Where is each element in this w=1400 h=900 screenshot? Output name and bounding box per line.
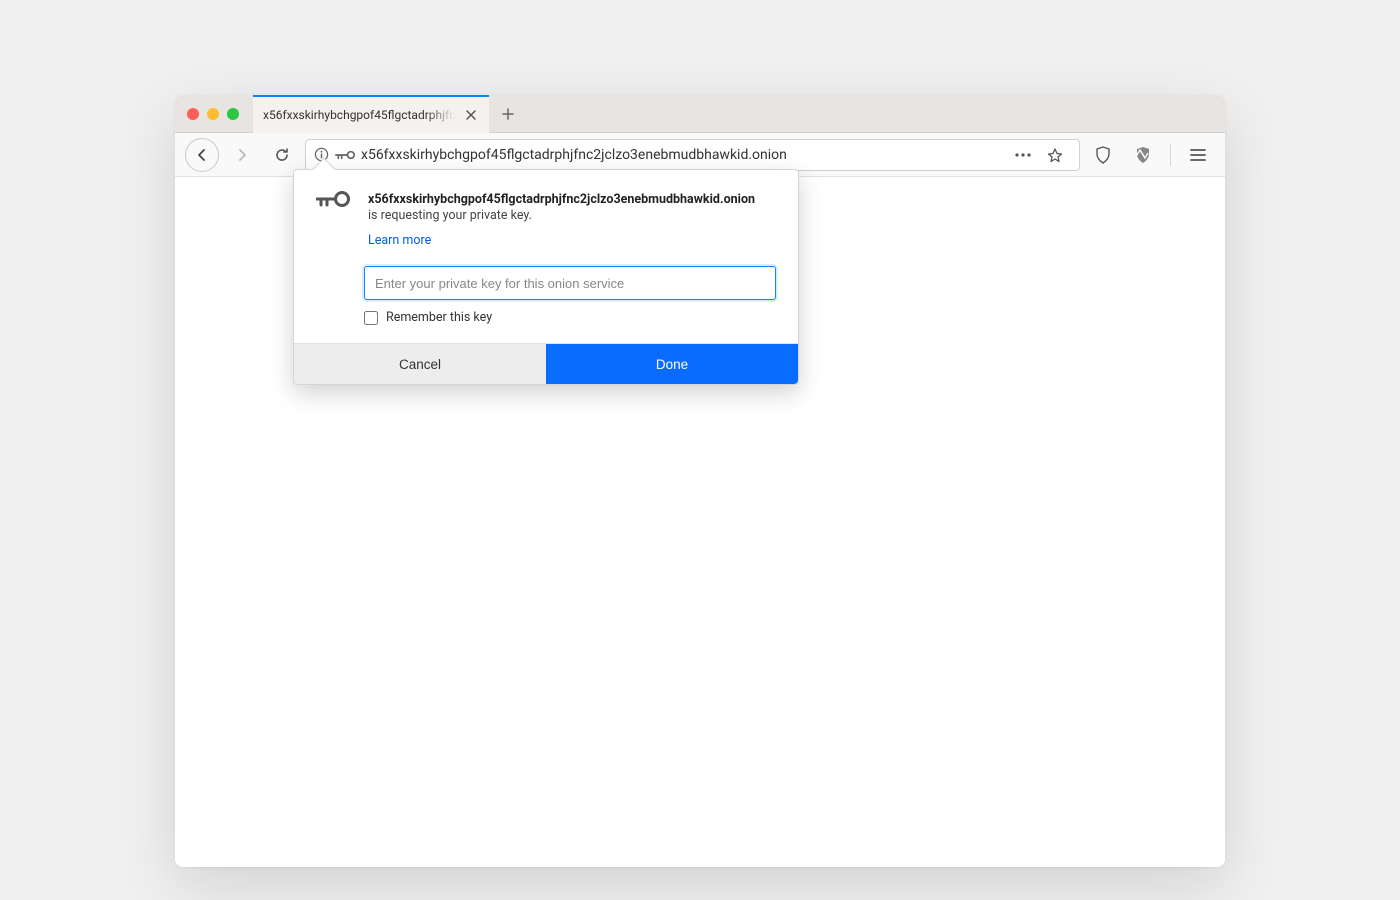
popover-body: x56fxxskirhybchgpof45flgctadrphjfnc2jclz… — [294, 170, 798, 266]
popover-host: x56fxxskirhybchgpof45flgctadrphjfnc2jclz… — [368, 192, 776, 208]
cancel-button[interactable]: Cancel — [294, 344, 546, 384]
popover-input-area: Remember this key — [294, 266, 798, 343]
learn-more-link[interactable]: Learn more — [368, 233, 431, 248]
security-level-button[interactable] — [1126, 138, 1160, 172]
key-icon — [316, 190, 350, 248]
close-tab-button[interactable] — [463, 107, 479, 123]
toolbar-divider — [1170, 144, 1171, 166]
onion-auth-popover: x56fxxskirhybchgpof45flgctadrphjfnc2jclz… — [293, 169, 799, 385]
new-tab-button[interactable] — [493, 99, 523, 129]
remember-key-checkbox[interactable] — [364, 311, 378, 325]
bookmark-button[interactable] — [1039, 138, 1071, 172]
popover-subtext: is requesting your private key. — [368, 208, 776, 223]
done-button[interactable]: Done — [546, 344, 798, 384]
shield-button[interactable] — [1086, 138, 1120, 172]
maximize-window-button[interactable] — [227, 108, 239, 120]
address-bar-actions — [1007, 138, 1071, 172]
close-window-button[interactable] — [187, 108, 199, 120]
tab-title: x56fxxskirhybchgpof45flgctadrphjfnc2jclz… — [263, 108, 455, 122]
window-controls — [187, 108, 239, 120]
forward-button[interactable] — [225, 138, 259, 172]
popover-buttons: Cancel Done — [294, 343, 798, 384]
reload-button[interactable] — [265, 138, 299, 172]
back-button[interactable] — [185, 138, 219, 172]
browser-window: x56fxxskirhybchgpof45flgctadrphjfnc2jclz… — [175, 95, 1225, 867]
menu-button[interactable] — [1181, 138, 1215, 172]
private-key-input[interactable] — [364, 266, 776, 300]
popover-message: x56fxxskirhybchgpof45flgctadrphjfnc2jclz… — [368, 192, 776, 248]
tab-strip: x56fxxskirhybchgpof45flgctadrphjfnc2jclz… — [175, 95, 1225, 133]
address-bar[interactable]: x56fxxskirhybchgpof45flgctadrphjfnc2jclz… — [305, 139, 1080, 171]
remember-key-label: Remember this key — [386, 310, 492, 325]
browser-tab[interactable]: x56fxxskirhybchgpof45flgctadrphjfnc2jclz… — [253, 95, 489, 133]
url-text: x56fxxskirhybchgpof45flgctadrphjfnc2jclz… — [361, 147, 1001, 163]
remember-key-row[interactable]: Remember this key — [364, 310, 776, 325]
minimize-window-button[interactable] — [207, 108, 219, 120]
page-actions-button[interactable] — [1007, 138, 1039, 172]
key-icon[interactable] — [335, 149, 355, 161]
